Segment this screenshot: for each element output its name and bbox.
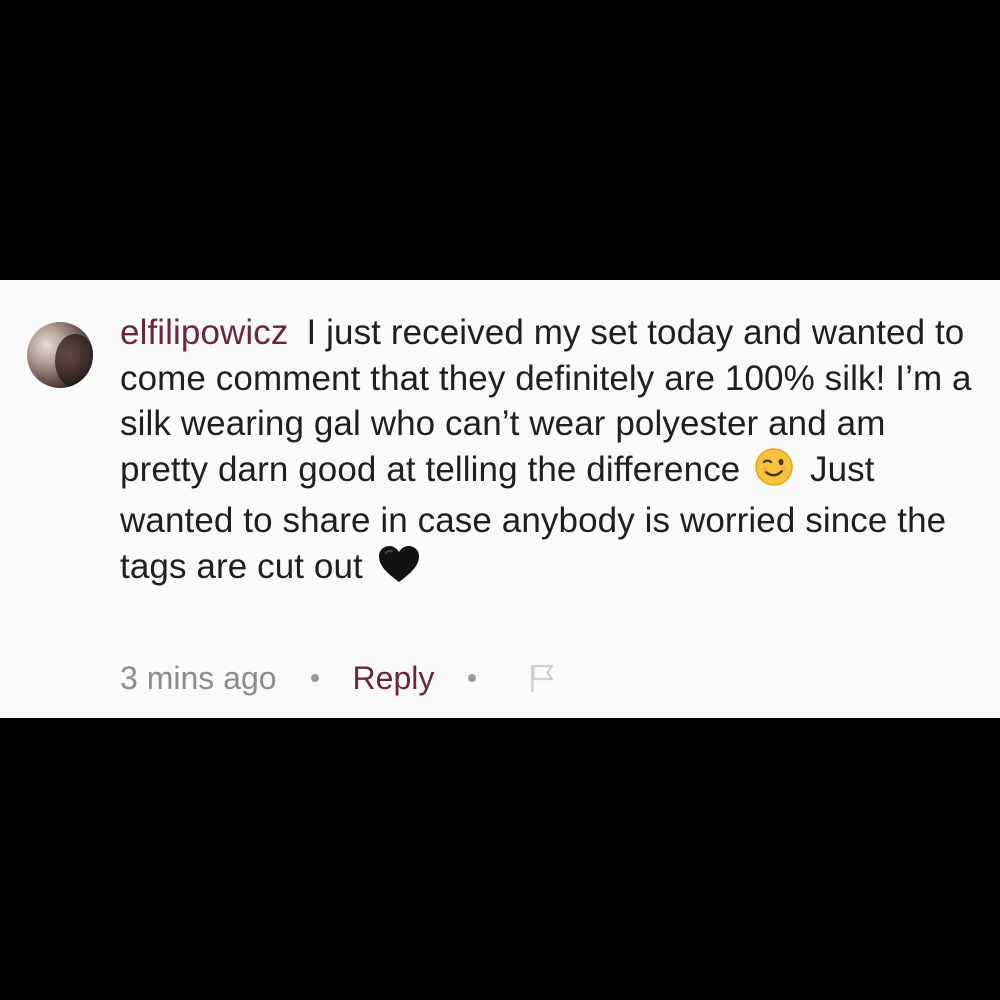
black-heart-emoji-icon	[377, 544, 421, 596]
winking-face-emoji-icon	[754, 447, 794, 499]
comment-card: elfilipowicz I just received my set today…	[0, 280, 1000, 718]
separator-dot	[468, 674, 477, 682]
screenshot-frame: elfilipowicz I just received my set today…	[0, 0, 1000, 1000]
avatar-photo	[55, 334, 93, 388]
comment-footer: 3 mins ago Reply	[120, 654, 556, 702]
flag-icon[interactable]	[528, 662, 556, 694]
reply-button[interactable]: Reply	[353, 660, 435, 697]
username-link[interactable]: elfilipowicz	[120, 313, 288, 352]
timestamp: 3 mins ago	[120, 659, 277, 696]
avatar[interactable]	[27, 322, 93, 388]
separator-dot	[310, 674, 319, 682]
comment-body: elfilipowicz I just received my set today…	[120, 310, 980, 595]
